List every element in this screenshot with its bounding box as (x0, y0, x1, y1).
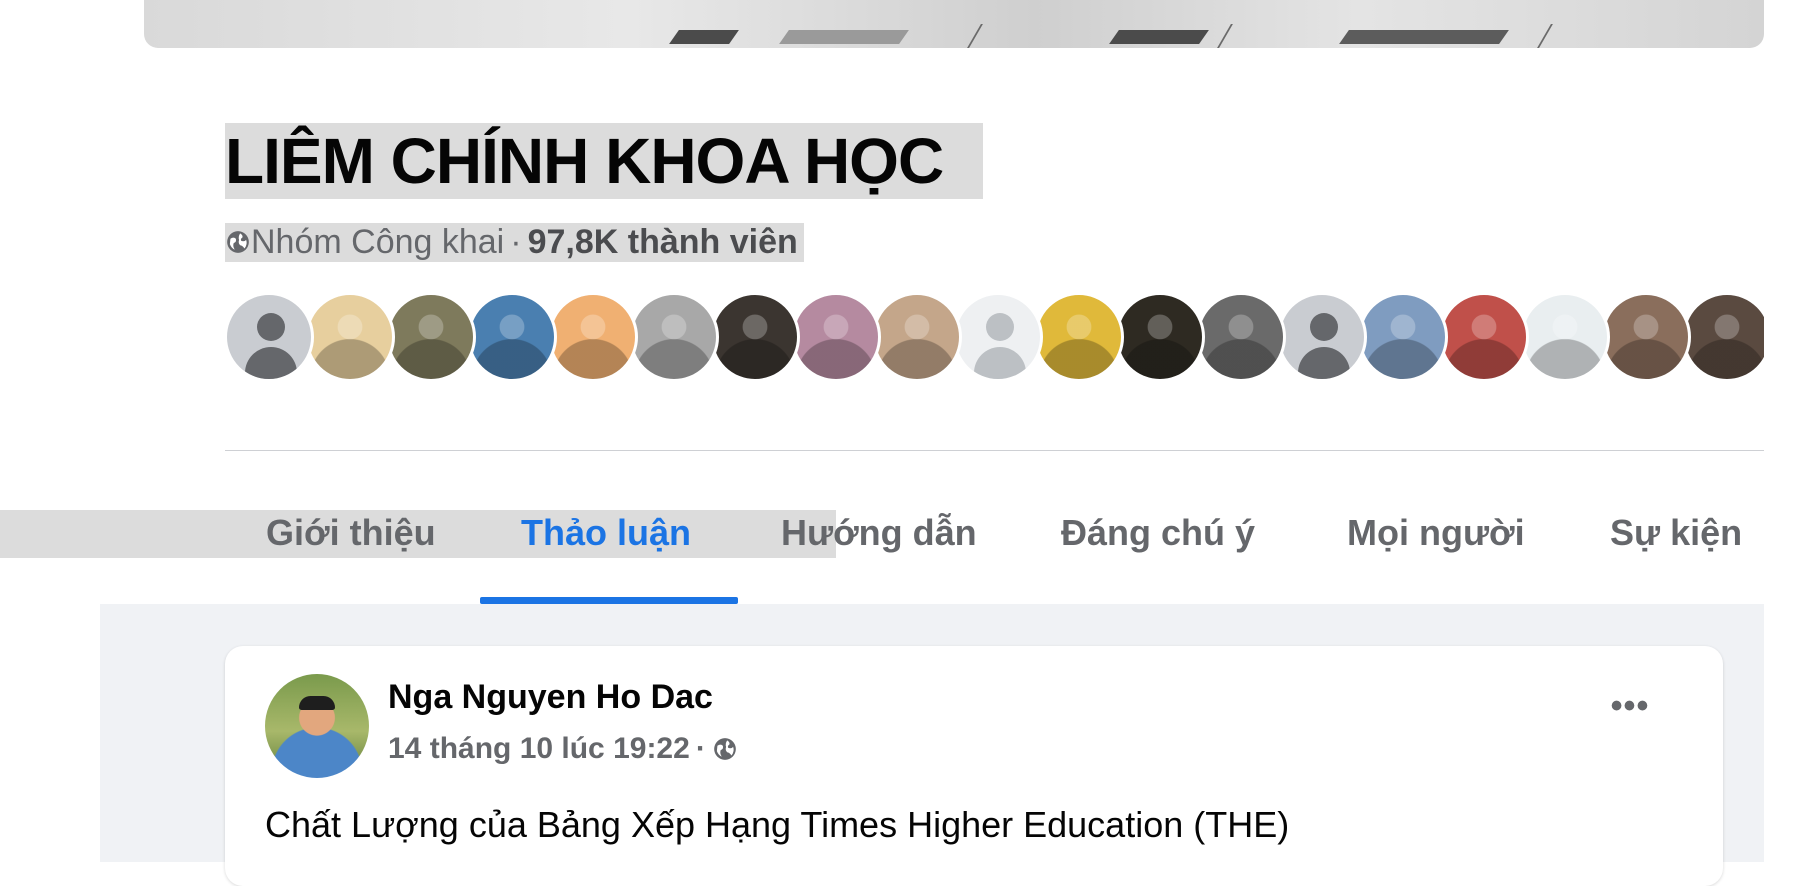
group-name[interactable]: LIÊM CHÍNH KHOA HỌC (225, 123, 984, 199)
group-privacy[interactable]: Nhóm Công khai (251, 223, 504, 262)
globe-icon (713, 738, 736, 760)
tab-dang-chu-y[interactable]: Đáng chú ý (1061, 503, 1255, 563)
cover-photo[interactable] (144, 0, 1764, 48)
post-card: Nga Nguyen Ho Dac 14 tháng 10 lúc 19:22 … (225, 646, 1723, 886)
post-timestamp[interactable]: 14 tháng 10 lúc 19:22 (388, 732, 690, 766)
member-avatar[interactable] (791, 292, 881, 382)
member-avatar[interactable] (386, 292, 476, 382)
tab-moi-nguoi[interactable]: Mọi người (1347, 503, 1525, 563)
member-avatar[interactable] (467, 292, 557, 382)
member-avatar[interactable] (1115, 292, 1205, 382)
member-avatar[interactable] (305, 292, 395, 382)
post-text: Chất Lượng của Bảng Xếp Hạng Times Highe… (265, 804, 1290, 845)
member-avatar[interactable] (548, 292, 638, 382)
member-avatar[interactable] (1439, 292, 1529, 382)
more-options-icon[interactable]: ••• (1605, 689, 1655, 726)
tab-huong-dan[interactable]: Hướng dẫn (781, 503, 977, 563)
group-meta-highlight: Nhóm Công khai · 97,8K thành viên (225, 222, 804, 262)
member-avatar[interactable] (872, 292, 962, 382)
header-divider (225, 450, 1764, 451)
active-tab-indicator (480, 597, 738, 604)
member-avatar[interactable] (1520, 292, 1610, 382)
member-avatar[interactable] (1358, 292, 1448, 382)
member-avatar[interactable] (1682, 292, 1764, 382)
member-avatar[interactable] (710, 292, 800, 382)
tab-thao-luan[interactable]: Thảo luận (521, 503, 691, 563)
member-avatar[interactable] (1196, 292, 1286, 382)
member-avatar[interactable] (953, 292, 1043, 382)
member-avatar[interactable] (629, 292, 719, 382)
member-avatar[interactable] (1277, 292, 1367, 382)
author-avatar[interactable] (265, 674, 369, 778)
member-avatar[interactable] (224, 292, 314, 382)
meta-separator: · (510, 222, 522, 261)
member-avatar[interactable] (1601, 292, 1691, 382)
post-meta: 14 tháng 10 lúc 19:22 · (388, 732, 738, 766)
group-meta: Nhóm Công khai · 97,8K thành viên (225, 222, 804, 262)
post-meta-separator: · (695, 732, 706, 765)
post-author[interactable]: Nga Nguyen Ho Dac (388, 678, 713, 717)
tab-gioi-thieu[interactable]: Giới thiệu (266, 503, 436, 563)
tab-su-kien[interactable]: Sự kiện (1610, 503, 1742, 563)
member-avatar[interactable] (1034, 292, 1124, 382)
globe-icon (227, 231, 249, 253)
member-avatars[interactable] (224, 292, 1764, 384)
member-count[interactable]: 97,8K thành viên (528, 223, 798, 262)
